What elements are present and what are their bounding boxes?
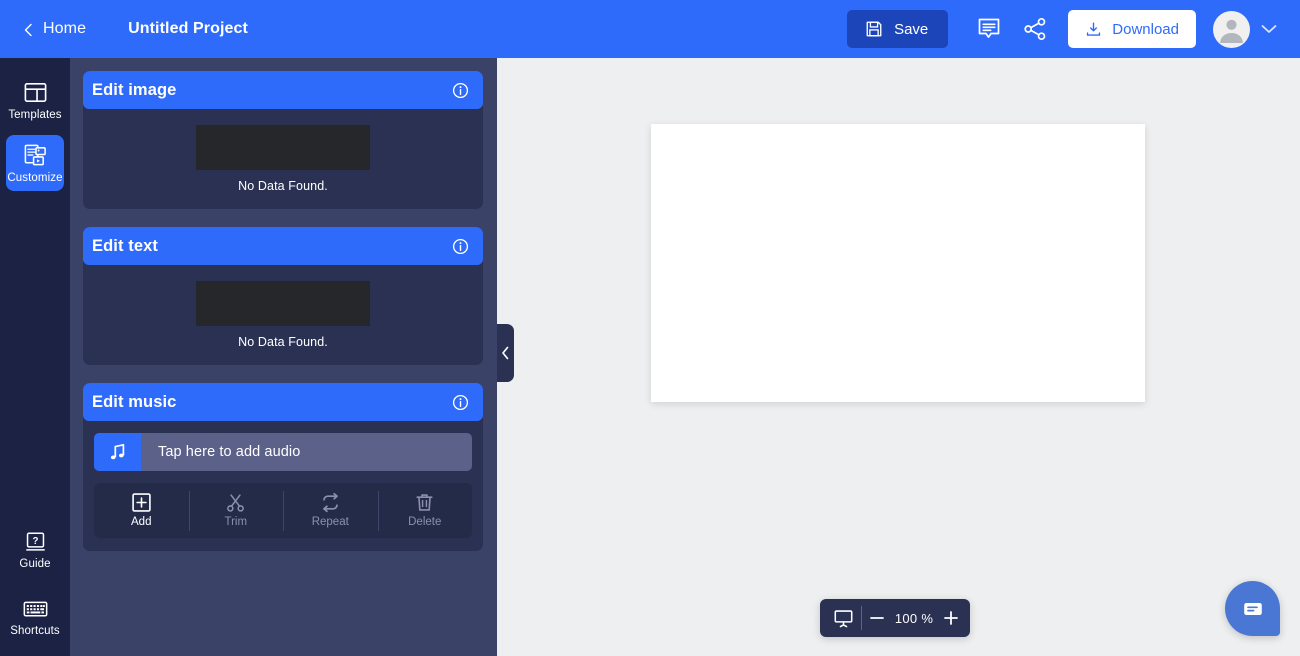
- sidebar-item-shortcuts[interactable]: Shortcuts: [6, 590, 64, 645]
- tool-label: Repeat: [311, 516, 349, 529]
- sidebar-item-guide[interactable]: ? Guide: [6, 523, 64, 578]
- comments-button[interactable]: [966, 7, 1012, 51]
- card-title: Edit image: [92, 80, 177, 99]
- share-button[interactable]: [1012, 7, 1058, 51]
- slide-canvas[interactable]: [651, 124, 1145, 402]
- add-audio-button[interactable]: Add: [94, 491, 189, 531]
- presentation-screen-icon: [833, 608, 854, 629]
- add-audio-field[interactable]: Tap here to add audio: [94, 433, 472, 471]
- rail-primary-items: Templates Customize: [0, 58, 70, 191]
- add-audio-placeholder: Tap here to add audio: [141, 433, 472, 471]
- fit-to-screen-button[interactable]: [824, 599, 862, 637]
- sidebar-item-templates[interactable]: Templates: [6, 72, 64, 129]
- top-bar-actions: Save Download: [847, 7, 1286, 51]
- top-bar: Home Untitled Project Save Download: [0, 0, 1300, 58]
- info-circle-icon[interactable]: [452, 394, 469, 411]
- edit-music-card: Edit music Tap here to add audio Add Tri…: [83, 383, 483, 551]
- empty-state-text: No Data Found.: [238, 179, 328, 193]
- download-button[interactable]: Download: [1068, 10, 1196, 48]
- save-button-label: Save: [894, 20, 929, 38]
- plus-square-icon: [131, 492, 152, 513]
- home-label: Home: [43, 20, 87, 37]
- download-button-label: Download: [1112, 20, 1179, 38]
- chevron-down-icon: [1261, 24, 1277, 34]
- empty-state-text: No Data Found.: [238, 335, 328, 349]
- layout-template-icon: [23, 80, 48, 105]
- trim-audio-button[interactable]: Trim: [188, 490, 284, 531]
- edit-text-card: Edit text No Data Found.: [83, 227, 483, 365]
- left-rail: Templates Customize ? Guide Shortcuts: [0, 58, 70, 656]
- customize-panel: Edit image No Data Found. Edit text No D…: [70, 58, 497, 656]
- repeat-loop-icon: [320, 492, 341, 513]
- floppy-disk-icon: [865, 20, 883, 38]
- scissors-icon: [225, 492, 246, 513]
- chat-support-button[interactable]: [1225, 581, 1280, 636]
- broken-image-icon: [196, 281, 370, 326]
- delete-audio-button[interactable]: Delete: [377, 490, 473, 531]
- sidebar-item-customize[interactable]: Customize: [6, 134, 64, 191]
- account-menu-button[interactable]: [1252, 9, 1286, 49]
- edit-image-card-header[interactable]: Edit image: [83, 71, 483, 109]
- plus-icon: [944, 611, 958, 625]
- avatar[interactable]: [1213, 10, 1250, 48]
- edit-text-card-header[interactable]: Edit text: [83, 227, 483, 265]
- zoom-in-button[interactable]: [936, 599, 966, 637]
- edit-image-card: Edit image No Data Found.: [83, 71, 483, 209]
- trash-icon: [414, 492, 435, 513]
- zoom-control: 100 %: [820, 599, 970, 637]
- customize-media-icon: [23, 143, 48, 168]
- book-question-icon: ?: [24, 531, 47, 554]
- download-icon: [1085, 21, 1102, 38]
- rail-secondary-items: ? Guide Shortcuts: [0, 523, 70, 656]
- svg-text:?: ?: [32, 536, 38, 547]
- card-title: Edit text: [92, 236, 158, 255]
- edit-music-card-header[interactable]: Edit music: [83, 383, 483, 421]
- user-avatar-icon: [1213, 11, 1250, 48]
- sidebar-item-label: Templates: [8, 109, 62, 121]
- comment-bubble-icon: [976, 16, 1002, 42]
- keyboard-icon: [23, 598, 48, 621]
- save-button[interactable]: Save: [847, 10, 949, 48]
- canvas-area[interactable]: 100 %: [497, 58, 1300, 656]
- chat-message-icon: [1241, 597, 1265, 621]
- home-back-link[interactable]: Home: [22, 20, 86, 38]
- edit-music-card-body: Tap here to add audio Add Trim Repeat De…: [83, 421, 483, 551]
- share-nodes-icon: [1022, 16, 1048, 42]
- edit-text-card-body: No Data Found.: [83, 265, 483, 365]
- edit-image-card-body: No Data Found.: [83, 109, 483, 209]
- sidebar-item-label: Shortcuts: [10, 624, 60, 637]
- zoom-out-button[interactable]: [862, 599, 892, 637]
- app-root: Home Untitled Project Save Download Temp…: [0, 0, 1300, 656]
- zoom-level-value: 100 %: [894, 610, 934, 626]
- card-title: Edit music: [92, 392, 177, 411]
- sidebar-item-label: Customize: [7, 171, 63, 184]
- tool-label: Delete: [408, 516, 442, 529]
- chevron-left-icon: [501, 346, 510, 360]
- chevron-left-icon: [22, 23, 34, 37]
- music-toolbar: Add Trim Repeat Delete: [94, 483, 472, 538]
- collapse-panel-handle[interactable]: [497, 324, 514, 382]
- info-circle-icon[interactable]: [452, 82, 469, 99]
- sidebar-item-label: Guide: [19, 558, 51, 570]
- minus-icon: [870, 616, 884, 620]
- repeat-audio-button[interactable]: Repeat: [283, 490, 378, 531]
- tool-label: Add: [131, 516, 152, 529]
- tool-label: Trim: [224, 516, 248, 529]
- project-title[interactable]: Untitled Project: [128, 20, 248, 38]
- music-note-icon: [94, 433, 141, 471]
- broken-image-icon: [196, 125, 370, 170]
- info-circle-icon[interactable]: [452, 238, 469, 255]
